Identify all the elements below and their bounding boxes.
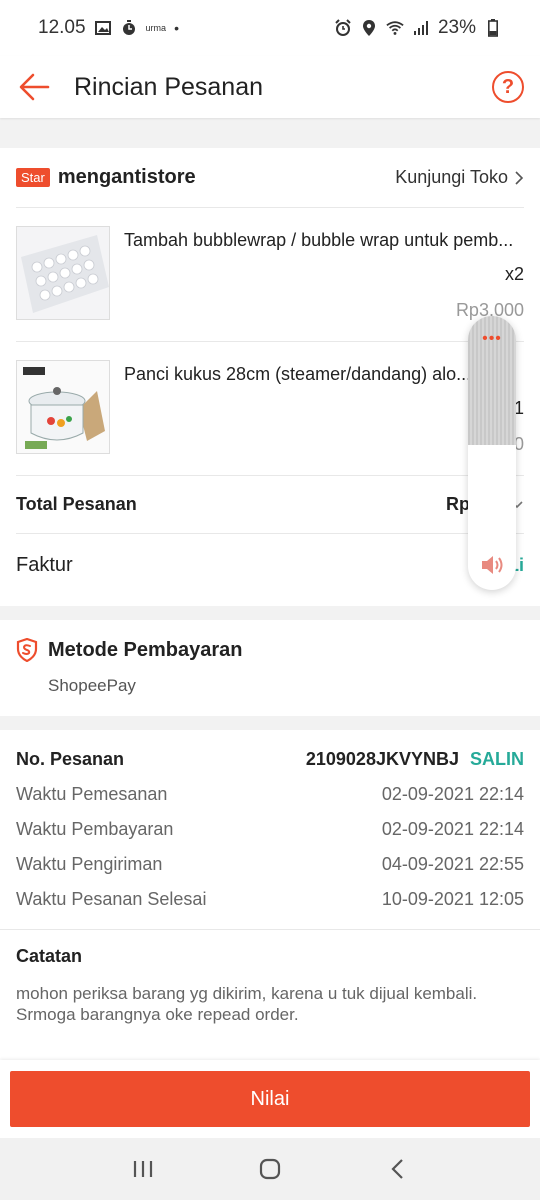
bottom-action-bar: Nilai [0,1060,540,1138]
signal-icon [412,19,430,37]
product-item[interactable]: Tambah bubblewrap / bubble wrap untuk pe… [16,208,524,342]
product-name: Panci kukus 28cm (steamer/dandang) alo..… [124,364,472,384]
volume-more-options-icon[interactable]: ••• [468,330,516,348]
location-icon [360,19,378,37]
back-arrow-icon [19,73,50,101]
payment-time-value: 02-09-2021 22:14 [381,819,524,839]
timer-icon [120,19,138,37]
battery-icon [484,19,502,37]
completion-time-label: Waktu Pesanan Selesai [16,889,207,909]
status-left: 12.05 urma • [38,17,179,39]
product-name: Tambah bubblewrap / bubble wrap untuk pe… [124,230,514,250]
invoice-row: Faktur Li [0,534,540,596]
shield-icon [16,638,38,662]
visit-shop-link[interactable]: Kunjungi Toko [395,167,524,188]
product-quantity: x2 [504,264,524,284]
back-nav-icon [391,1159,403,1179]
home-icon [259,1158,281,1180]
order-time-value: 02-09-2021 22:14 [381,784,524,804]
status-right: 23% [334,17,502,39]
note-text: mohon periksa barang yg dikirim, karena … [16,984,478,1024]
payment-method-section: Metode Pembayaran ShopeePay [0,620,540,716]
order-number-label: No. Pesanan [16,749,125,769]
carrier-label: urma [145,23,167,33]
notification-dot-icon: • [174,20,179,36]
payment-time-label: Waktu Pembayaran [16,819,174,839]
alarm-icon [334,19,352,37]
shop-row: Star mengantistore Kunjungi Toko [16,148,524,208]
product-thumbnail-bubblewrap [16,226,110,320]
invoice-label: Faktur [16,553,73,576]
shop-name: mengantistore [57,166,196,188]
shipping-time-value: 04-09-2021 22:55 [381,854,524,874]
recents-icon [134,1161,153,1177]
help-icon: ? [501,75,515,98]
order-number-row: No. Pesanan 2109028JKVYNBJ SALIN [0,742,540,777]
visit-shop-label: Kunjungi Toko [395,167,508,187]
system-nav-bar [0,1138,540,1200]
note-title: Catatan [16,946,83,966]
completion-time-value: 10-09-2021 12:05 [381,889,524,909]
payment-method-header: Metode Pembayaran [0,620,540,662]
order-time-label: Waktu Pemesanan [16,784,168,804]
completion-time-row: Waktu Pesanan Selesai 10-09-2021 12:05 [0,882,540,917]
volume-slider[interactable]: ••• [468,316,516,590]
shipping-time-row: Waktu Pengiriman 04-09-2021 22:55 [0,847,540,882]
page-title: Rincian Pesanan [74,72,264,101]
payment-time-row: Waktu Pembayaran 02-09-2021 22:14 [0,812,540,847]
order-number-group: 2109028JKVYNBJ SALIN [306,749,524,770]
back-button[interactable] [16,69,52,105]
status-time: 12.05 [38,17,86,38]
order-info-section: No. Pesanan 2109028JKVYNBJ SALIN Waktu P… [0,730,540,1060]
chevron-right-icon [515,170,524,185]
home-button[interactable] [250,1149,290,1189]
app-header: Rincian Pesanan ? [0,56,540,118]
order-number-value: 2109028JKVYNBJ [305,749,459,769]
shipping-time-label: Waktu Pengiriman [16,854,163,874]
recents-button[interactable] [123,1149,163,1189]
gallery-icon [94,19,112,37]
order-total-label: Total Pesanan [16,494,137,514]
battery-percent: 23% [437,17,476,38]
payment-method-title: Metode Pembayaran [48,638,243,661]
product-item[interactable]: Panci kukus 28cm (steamer/dandang) alo..… [16,342,524,476]
back-nav-button[interactable] [377,1149,417,1189]
order-total-row[interactable]: Total Pesanan Rp161 [16,476,524,534]
wifi-icon [386,19,404,37]
copy-order-number-button[interactable]: SALIN [470,749,524,769]
rate-button[interactable]: Nilai [10,1071,530,1127]
help-button[interactable]: ? [492,71,524,103]
order-time-row: Waktu Pemesanan 02-09-2021 22:14 [0,777,540,812]
order-items-section: Star mengantistore Kunjungi Toko Tambah … [0,148,540,606]
status-bar: 12.05 urma • 23% [0,0,540,56]
speaker-icon[interactable] [479,552,505,578]
star-seller-badge: Star [16,168,50,187]
payment-method-value: ShopeePay [48,676,136,695]
product-thumbnail-steamer [16,360,110,454]
